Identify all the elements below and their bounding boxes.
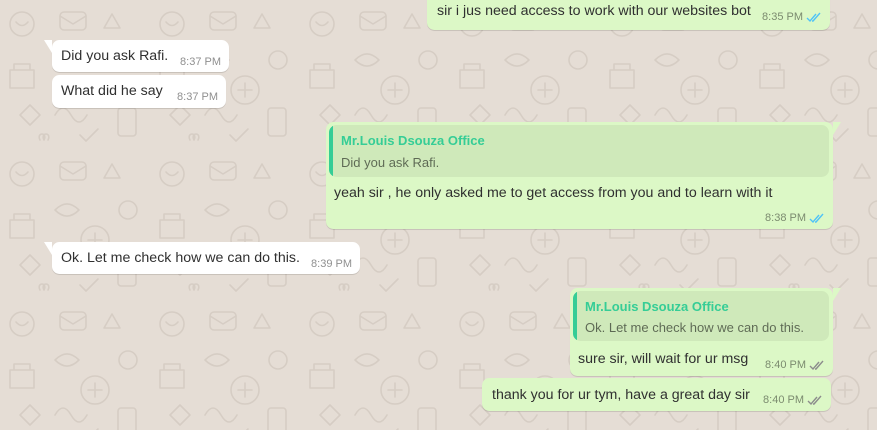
message-outgoing-reply[interactable]: Mr.Louis Dsouza Office Ok. Let me check … xyxy=(570,288,841,376)
message-outgoing[interactable]: sir i jus need access to work with our w… xyxy=(427,0,830,30)
message-incoming[interactable]: What did he say 8:37 PM xyxy=(52,75,226,108)
message-text: sir i jus need access to work with our w… xyxy=(437,3,751,19)
message-meta: 8:40 PM xyxy=(763,394,823,406)
double-check-blue-icon xyxy=(806,12,821,22)
message-incoming[interactable]: Did you ask Rafi. 8:37 PM xyxy=(44,40,229,72)
message-meta: 8:35 PM xyxy=(762,11,822,23)
message-time: 8:38 PM xyxy=(765,212,806,224)
message-time: 8:39 PM xyxy=(311,258,352,270)
message-incoming[interactable]: Ok. Let me check how we can do this. 8:3… xyxy=(44,242,360,274)
message-time: 8:40 PM xyxy=(765,359,806,371)
message-text: Did you ask Rafi. xyxy=(61,48,169,64)
message-time: 8:37 PM xyxy=(177,91,218,103)
bubble-tail xyxy=(44,242,52,255)
message-outgoing-reply[interactable]: Mr.Louis Dsouza Office Did you ask Rafi.… xyxy=(326,122,841,229)
message-meta: 8:38 PM xyxy=(765,212,825,224)
bubble-tail xyxy=(44,40,52,53)
message-text: Ok. Let me check how we can do this. xyxy=(61,250,300,266)
message-time: 8:35 PM xyxy=(762,11,803,23)
double-check-grey-icon xyxy=(807,395,822,405)
double-check-grey-icon xyxy=(809,360,824,370)
quote-accent-bar xyxy=(573,291,577,341)
message-text: thank you for ur tym, have a great day s… xyxy=(492,387,750,403)
quote-author: Mr.Louis Dsouza Office xyxy=(341,133,485,148)
quoted-message[interactable]: Mr.Louis Dsouza Office Did you ask Rafi. xyxy=(329,125,829,177)
message-text: What did he say xyxy=(61,83,163,99)
double-check-blue-icon xyxy=(809,213,824,223)
quote-accent-bar xyxy=(329,125,333,177)
message-time: 8:37 PM xyxy=(180,56,221,68)
message-meta: 8:40 PM xyxy=(765,359,825,371)
quote-text: Did you ask Rafi. xyxy=(341,155,440,170)
quote-author: Mr.Louis Dsouza Office xyxy=(585,299,729,314)
quoted-message[interactable]: Mr.Louis Dsouza Office Ok. Let me check … xyxy=(573,291,829,341)
message-time: 8:40 PM xyxy=(763,394,804,406)
message-text: sure sir, will wait for ur msg xyxy=(578,351,749,367)
message-outgoing[interactable]: thank you for ur tym, have a great day s… xyxy=(482,378,831,411)
bubble-tail xyxy=(833,288,841,301)
quote-text: Ok. Let me check how we can do this. xyxy=(585,320,804,335)
message-text: yeah sir , he only asked me to get acces… xyxy=(334,185,773,201)
bubble-tail xyxy=(833,122,841,135)
